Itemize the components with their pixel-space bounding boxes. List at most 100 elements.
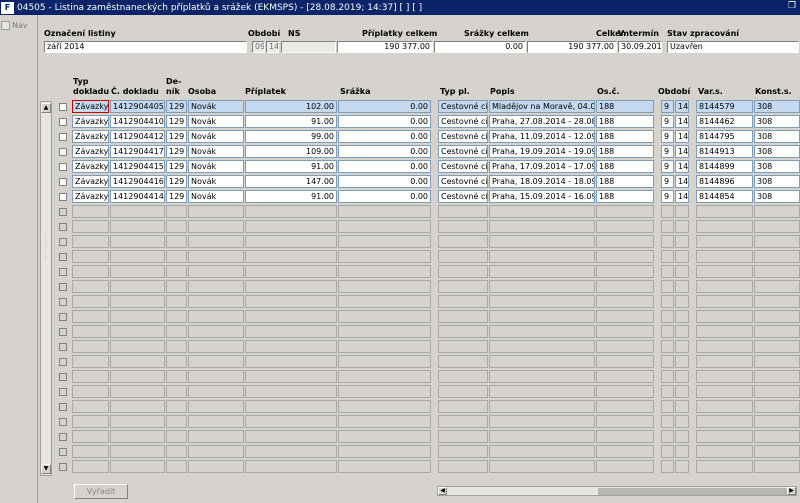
empty-cell[interactable] <box>72 235 109 248</box>
cell-konsts[interactable]: 308 <box>754 160 800 173</box>
cell-vars[interactable]: 8144913 <box>696 145 753 158</box>
empty-cell[interactable] <box>596 220 654 233</box>
cell-priplatek[interactable]: 99.00 <box>245 130 337 143</box>
empty-cell[interactable] <box>72 220 109 233</box>
cell-popis[interactable]: Mladějov na Moravě, 04.09.2 <box>489 100 595 113</box>
empty-cell[interactable] <box>245 250 337 263</box>
cell-popis[interactable]: Praha, 17.09.2014 - 17.09.20 <box>489 160 595 173</box>
cell-vars[interactable]: 8144896 <box>696 175 753 188</box>
empty-cell[interactable] <box>245 220 337 233</box>
empty-cell[interactable] <box>675 460 689 473</box>
empty-cell[interactable] <box>245 415 337 428</box>
empty-cell[interactable] <box>110 280 165 293</box>
cell-osc[interactable]: 188 <box>596 130 654 143</box>
empty-cell[interactable] <box>661 340 674 353</box>
empty-cell[interactable] <box>696 445 753 458</box>
arrow-down-icon[interactable]: ▼ <box>41 464 51 474</box>
empty-cell[interactable] <box>696 235 753 248</box>
row-checkbox[interactable] <box>59 448 67 456</box>
srazky-celkem-field[interactable]: 0.00 <box>434 41 526 53</box>
cell-konsts[interactable]: 308 <box>754 100 800 113</box>
empty-cell[interactable] <box>72 250 109 263</box>
empty-cell[interactable] <box>675 280 689 293</box>
empty-cell[interactable] <box>596 250 654 263</box>
empty-cell[interactable] <box>754 250 800 263</box>
empty-cell[interactable] <box>72 280 109 293</box>
cell-priplatek[interactable]: 91.00 <box>245 190 337 203</box>
empty-cell[interactable] <box>596 430 654 443</box>
empty-cell[interactable] <box>110 235 165 248</box>
empty-cell[interactable] <box>245 265 337 278</box>
empty-cell[interactable] <box>72 205 109 218</box>
cell-typpl[interactable]: Cestovné cic <box>438 190 488 203</box>
empty-cell[interactable] <box>438 325 488 338</box>
row-checkbox[interactable] <box>59 298 67 306</box>
empty-cell[interactable] <box>675 430 689 443</box>
empty-cell[interactable] <box>338 280 431 293</box>
cell-popis[interactable]: Praha, 15.09.2014 - 16.09.20 <box>489 190 595 203</box>
cell-vars[interactable]: 8144854 <box>696 190 753 203</box>
empty-cell[interactable] <box>596 310 654 323</box>
empty-cell[interactable] <box>438 385 488 398</box>
empty-cell[interactable] <box>596 205 654 218</box>
row-checkbox[interactable] <box>59 223 67 231</box>
ns-field[interactable] <box>281 41 336 53</box>
arrow-left-icon[interactable]: ◀ <box>438 487 447 495</box>
oznaceni-field[interactable]: září 2014 <box>44 41 247 53</box>
empty-cell[interactable] <box>675 355 689 368</box>
empty-cell[interactable] <box>338 355 431 368</box>
empty-cell[interactable] <box>110 295 165 308</box>
empty-cell[interactable] <box>754 430 800 443</box>
empty-cell[interactable] <box>245 325 337 338</box>
empty-cell[interactable] <box>661 460 674 473</box>
empty-cell[interactable] <box>188 310 244 323</box>
empty-cell[interactable] <box>245 355 337 368</box>
empty-cell[interactable] <box>110 265 165 278</box>
empty-cell[interactable] <box>675 235 689 248</box>
empty-cell[interactable] <box>438 310 488 323</box>
empty-cell[interactable] <box>754 460 800 473</box>
empty-cell[interactable] <box>166 325 187 338</box>
cell-osoba[interactable]: Novák <box>188 115 244 128</box>
empty-cell[interactable] <box>338 430 431 443</box>
cell-obd-r[interactable]: 14 <box>675 145 689 158</box>
cell-typ[interactable]: Závazky <box>72 100 109 113</box>
cell-obd-r[interactable]: 14 <box>675 100 689 113</box>
empty-cell[interactable] <box>696 280 753 293</box>
cell-priplatek[interactable]: 91.00 <box>245 115 337 128</box>
empty-cell[interactable] <box>696 400 753 413</box>
empty-cell[interactable] <box>188 460 244 473</box>
empty-cell[interactable] <box>675 265 689 278</box>
empty-cell[interactable] <box>489 295 595 308</box>
cell-typ[interactable]: Závazky <box>72 130 109 143</box>
cell-osc[interactable]: 188 <box>596 115 654 128</box>
cell-obd-m[interactable]: 9 <box>661 130 674 143</box>
cell-denik[interactable]: 129 <box>166 160 187 173</box>
empty-cell[interactable] <box>72 310 109 323</box>
cell-vars[interactable]: 8144462 <box>696 115 753 128</box>
empty-cell[interactable] <box>661 265 674 278</box>
empty-cell[interactable] <box>166 430 187 443</box>
empty-cell[interactable] <box>596 265 654 278</box>
cell-typ[interactable]: Závazky <box>72 175 109 188</box>
empty-cell[interactable] <box>188 370 244 383</box>
empty-cell[interactable] <box>188 220 244 233</box>
arrow-up-icon[interactable]: ▲ <box>41 103 51 113</box>
empty-cell[interactable] <box>110 430 165 443</box>
empty-cell[interactable] <box>696 295 753 308</box>
empty-cell[interactable] <box>696 265 753 278</box>
obdobi-month-field[interactable]: 09 <box>252 41 265 53</box>
cell-osc[interactable]: 188 <box>596 190 654 203</box>
empty-cell[interactable] <box>245 310 337 323</box>
row-checkbox[interactable] <box>59 358 67 366</box>
empty-cell[interactable] <box>754 340 800 353</box>
empty-cell[interactable] <box>489 310 595 323</box>
empty-cell[interactable] <box>166 385 187 398</box>
empty-cell[interactable] <box>245 400 337 413</box>
empty-cell[interactable] <box>245 235 337 248</box>
empty-cell[interactable] <box>596 280 654 293</box>
cell-osoba[interactable]: Novák <box>188 160 244 173</box>
empty-cell[interactable] <box>675 340 689 353</box>
empty-cell[interactable] <box>438 295 488 308</box>
empty-cell[interactable] <box>245 295 337 308</box>
